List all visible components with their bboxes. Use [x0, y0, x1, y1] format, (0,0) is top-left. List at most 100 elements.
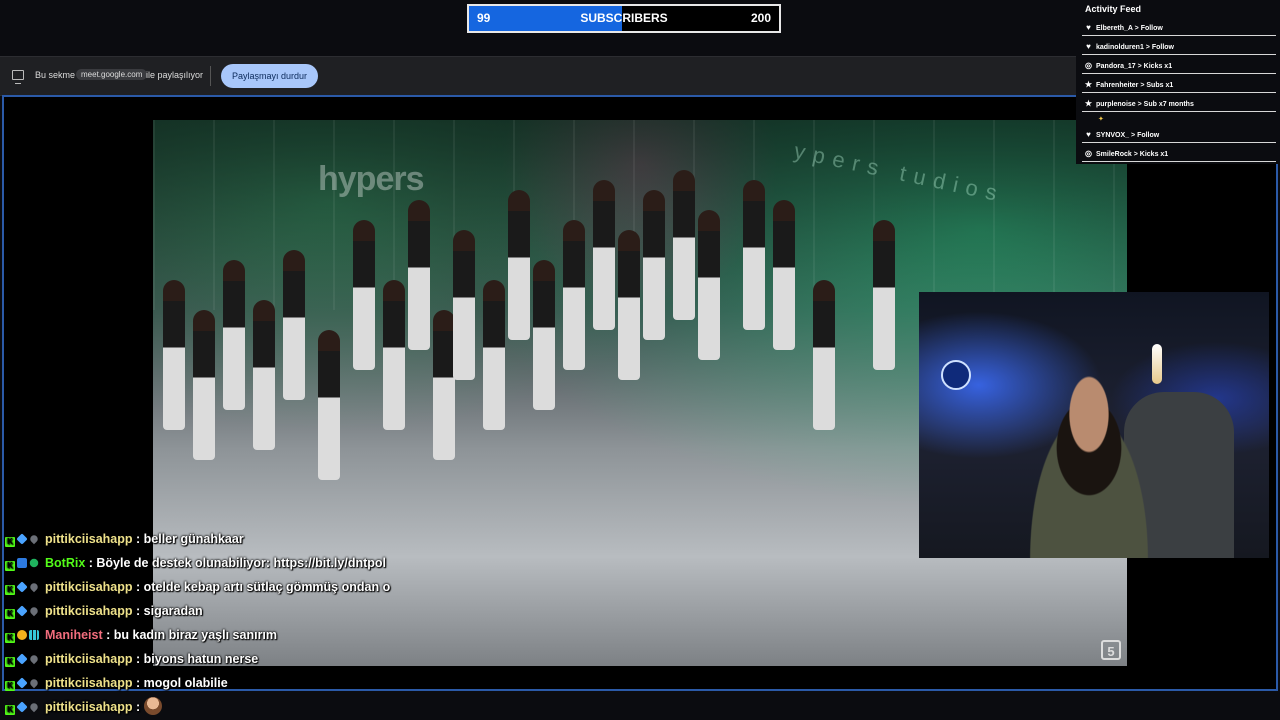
activity-feed-item: ★ Fahrenheiter > Subs x1 — [1082, 77, 1276, 93]
kick-badge-icon: K — [5, 537, 15, 547]
chat-separator: : — [132, 580, 144, 594]
subscriber-goal-label: SUBSCRIBERS — [580, 11, 668, 25]
bot-badge-icon — [17, 558, 27, 568]
activity-feed-action: Subs x1 — [1146, 82, 1174, 89]
dancer — [643, 190, 665, 340]
dancer — [743, 180, 765, 330]
activity-feed-item: ♥ kadinolduren1 > Follow — [1082, 39, 1276, 55]
chat-username[interactable]: pittikciisahapp — [45, 604, 133, 618]
dancer — [483, 280, 505, 430]
activity-feed-user: SYNVOX_ — [1096, 132, 1130, 139]
activity-feed: Activity Feed ♥ Elbereth_A > Follow ♥ kadin… — [1076, 0, 1280, 164]
chat-separator: : — [132, 676, 144, 690]
dancer — [508, 190, 530, 340]
dancer — [563, 220, 585, 370]
arrow-icon: > — [1129, 132, 1138, 139]
chat-message: Kpittikciisahapp : biyons hatun nerse — [5, 648, 258, 670]
drop-badge-icon — [28, 653, 40, 665]
activity-feed-action: Sub x7 months — [1143, 101, 1194, 108]
arrow-icon: > — [1132, 25, 1141, 32]
activity-feed-user: Pandora_17 — [1096, 63, 1136, 70]
star-icon: ★ — [1084, 99, 1093, 108]
chat-message: Kpittikciisahapp : sigaradan — [5, 600, 203, 622]
dancer — [618, 230, 640, 380]
chat-separator: : — [102, 628, 114, 642]
cube-badge-icon — [16, 677, 28, 689]
drop-badge-icon — [28, 605, 40, 617]
activity-feed-user: Fahrenheiter — [1096, 82, 1139, 89]
activity-feed-item: ♥ SYNVOX_ > Follow — [1082, 127, 1276, 143]
screen-share-icon — [12, 70, 24, 84]
kick-badge-icon: K — [5, 633, 15, 643]
kick-badge-icon: K — [5, 561, 15, 571]
emote-icon — [143, 697, 162, 715]
chat-message: K BotRix : Böyle de destek olunabiliyor: … — [5, 552, 386, 574]
gold-badge-icon — [17, 630, 27, 640]
dancer — [253, 300, 275, 450]
activity-feed-title: Activity Feed — [1085, 4, 1142, 14]
dancer — [698, 210, 720, 360]
drop-badge-icon — [28, 581, 40, 593]
share-text-suffix: ile paylaşılıyor — [146, 70, 204, 80]
chat-message: Kpittikciisahapp : mogol olabilie — [5, 672, 228, 694]
drop-badge-icon — [28, 701, 40, 713]
activity-feed-action: Kicks x1 — [1143, 63, 1173, 70]
activity-feed-action: Kicks x1 — [1139, 151, 1169, 158]
chat-separator: : — [132, 604, 144, 618]
star-icon: ★ — [1084, 80, 1093, 89]
chat-message-text: sigaradan — [143, 604, 203, 618]
subscriber-current-count: 99 — [477, 11, 491, 25]
dancer — [223, 260, 245, 410]
chat-username[interactable]: pittikciisahapp — [45, 532, 133, 546]
chat-message-text: mogol olabilie — [143, 676, 228, 690]
activity-feed-user: kadinolduren1 — [1096, 44, 1144, 51]
webcam-overlay — [919, 292, 1269, 558]
chat-username[interactable]: pittikciisahapp — [45, 676, 133, 690]
dancer — [773, 200, 795, 350]
chat-username[interactable]: pittikciisahapp — [45, 700, 133, 714]
dancer — [673, 170, 695, 320]
dancer — [408, 200, 430, 350]
arrow-icon: > — [1135, 101, 1144, 108]
kick-badge-icon: K — [5, 705, 15, 715]
stop-sharing-button[interactable]: Paylaşmayı durdur — [221, 64, 319, 88]
kick-badge-icon: K — [5, 609, 15, 619]
streamer-figure — [1014, 374, 1164, 558]
activity-feed-item: ◎ Pandora_17 > Kicks x1 — [1082, 58, 1276, 74]
activity-feed-item: ★ purplenoise > Sub x7 months — [1082, 96, 1276, 112]
dancer — [353, 220, 375, 370]
chat-username[interactable]: BotRix — [45, 556, 85, 570]
dancer — [318, 330, 340, 480]
cube-badge-icon — [16, 533, 28, 545]
share-divider — [210, 66, 211, 86]
kick-icon: ◎ — [1085, 61, 1092, 70]
activity-feed-user: purplenoise — [1096, 101, 1136, 108]
verified-badge-icon — [29, 558, 39, 568]
arrow-icon: > — [1131, 151, 1140, 158]
cube-badge-icon — [16, 653, 28, 665]
dancer — [193, 310, 215, 460]
chat-message: Kpittikciisahapp : — [5, 696, 162, 718]
subscriber-target-count: 200 — [750, 11, 771, 25]
chat-separator: : — [132, 652, 144, 666]
activity-feed-action: Follow — [1151, 44, 1174, 51]
heart-icon: ♥ — [1086, 42, 1091, 51]
chat-message-text: beller günahkaar — [143, 532, 244, 546]
dancer — [593, 180, 615, 330]
chat-separator: : — [132, 532, 144, 546]
kick-badge-icon: K — [5, 681, 15, 691]
sparkle-icon: ✦ — [1098, 116, 1104, 123]
chat-username[interactable]: pittikciisahapp — [45, 580, 133, 594]
chat-message-text: otelde kebap artı sütlaç gömmüş ondan o — [143, 580, 391, 594]
chat-message-text: Böyle de destek olunabiliyor: https://bi… — [96, 556, 386, 570]
wall-clock-icon — [941, 360, 971, 390]
share-host-chip: meet.google.com — [76, 69, 148, 80]
chat-username[interactable]: Maniheist — [45, 628, 103, 642]
chat-username[interactable]: pittikciisahapp — [45, 652, 133, 666]
dancer — [453, 230, 475, 380]
chat-message-text: bu kadın biraz yaşlı sanırım — [113, 628, 278, 642]
grid-badge-icon — [29, 630, 39, 640]
dancer — [163, 280, 185, 430]
dancer — [533, 260, 555, 410]
dancer — [283, 250, 305, 400]
